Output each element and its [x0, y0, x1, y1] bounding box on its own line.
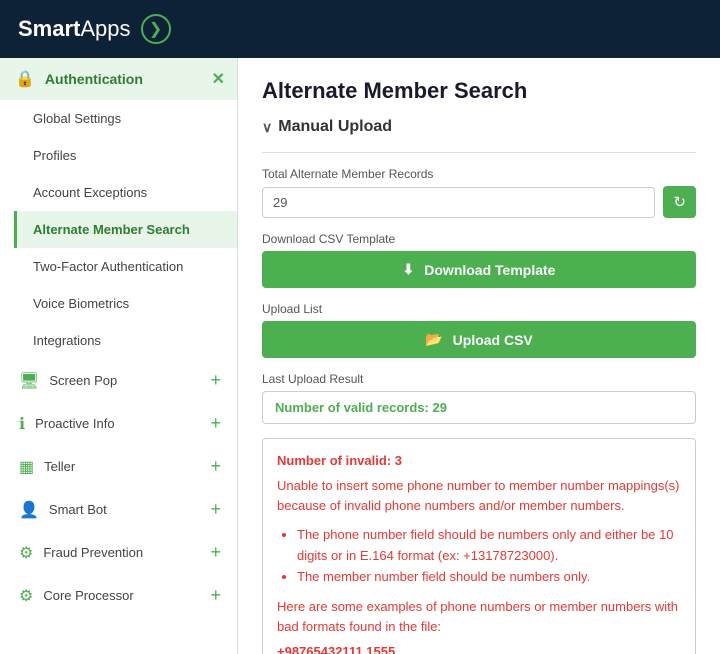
app-logo: SmartApps: [18, 16, 131, 42]
sidebar-label-voice-biometrics: Voice Biometrics: [33, 296, 129, 311]
refresh-icon: ↻: [673, 193, 686, 211]
fraud-icon: ⚙: [19, 543, 33, 563]
total-records-row: ↻: [262, 186, 696, 218]
core-icon: ⚙: [19, 586, 33, 606]
main-layout: 🔒 Authentication ✕ Global Settings Profi…: [0, 58, 720, 654]
sidebar-label-alternate-member-search: Alternate Member Search: [33, 222, 190, 237]
sidebar-label-integrations: Integrations: [33, 333, 101, 348]
logo-bold: Smart: [18, 16, 80, 41]
collapse-chevron-icon: ∨: [262, 119, 272, 136]
sidebar-sub-items: Global Settings Profiles Account Excepti…: [0, 100, 237, 359]
sidebar-section-authentication[interactable]: 🔒 Authentication ✕: [0, 58, 237, 100]
bot-icon: 👤: [19, 500, 39, 520]
download-csv-label: Download CSV Template: [262, 232, 696, 246]
upload-list-label: Upload List: [262, 302, 696, 316]
expand-smart-bot-icon[interactable]: +: [210, 499, 221, 520]
error-message: Unable to insert some phone number to me…: [277, 476, 681, 515]
sidebar-label-account-exceptions: Account Exceptions: [33, 185, 147, 200]
nav-forward-button[interactable]: ❯: [141, 14, 171, 44]
close-icon[interactable]: ✕: [212, 69, 225, 89]
section-title: Manual Upload: [278, 118, 392, 136]
sidebar-item-global-settings[interactable]: Global Settings: [14, 100, 237, 137]
refresh-button[interactable]: ↻: [663, 186, 696, 218]
upload-btn-label: Upload CSV: [453, 332, 533, 348]
upload-csv-button[interactable]: 📂 Upload CSV: [262, 321, 696, 358]
main-content: Alternate Member Search ∨ Manual Upload …: [238, 58, 720, 654]
error-bullet-2: The member number field should be number…: [297, 567, 681, 588]
page-title: Alternate Member Search: [262, 78, 696, 104]
section-divider: [262, 152, 696, 153]
sidebar-item-two-factor-authentication[interactable]: Two-Factor Authentication: [14, 248, 237, 285]
monitor-icon: 🖥: [19, 371, 39, 391]
error-examples-label: Here are some examples of phone numbers …: [277, 597, 681, 636]
error-section: Number of invalid: 3 Unable to insert so…: [262, 438, 696, 654]
logo-thin: Apps: [80, 16, 130, 41]
sidebar-item-proactive-info[interactable]: ℹ Proactive Info +: [0, 402, 237, 445]
sidebar-item-voice-biometrics[interactable]: Voice Biometrics: [14, 285, 237, 322]
sidebar-item-core-processor[interactable]: ⚙ Core Processor +: [0, 574, 237, 617]
total-records-label: Total Alternate Member Records: [262, 167, 696, 181]
expand-fraud-prevention-icon[interactable]: +: [210, 542, 221, 563]
sidebar-label-core-processor: Core Processor: [43, 588, 133, 603]
sidebar-item-smart-bot[interactable]: 👤 Smart Bot +: [0, 488, 237, 531]
sidebar-label-global-settings: Global Settings: [33, 111, 121, 126]
info-icon: ℹ: [19, 414, 25, 434]
sidebar-label-proactive-info: Proactive Info: [35, 416, 115, 431]
sidebar-item-account-exceptions[interactable]: Account Exceptions: [14, 174, 237, 211]
expand-proactive-info-icon[interactable]: +: [210, 413, 221, 434]
sidebar: 🔒 Authentication ✕ Global Settings Profi…: [0, 58, 238, 654]
last-upload-label: Last Upload Result: [262, 372, 696, 386]
sidebar-item-teller[interactable]: ▦ Teller +: [0, 445, 237, 488]
expand-core-processor-icon[interactable]: +: [210, 585, 221, 606]
app-header: SmartApps ❯: [0, 0, 720, 58]
sidebar-item-fraud-prevention[interactable]: ⚙ Fraud Prevention +: [0, 531, 237, 574]
chevron-right-icon: ❯: [149, 19, 162, 39]
expand-screen-pop-icon[interactable]: +: [210, 370, 221, 391]
valid-records-box: Number of valid records: 29: [262, 391, 696, 424]
upload-icon: 📂: [425, 331, 442, 348]
invalid-count-text: Number of invalid: 3: [277, 453, 681, 468]
manual-upload-section-header[interactable]: ∨ Manual Upload: [262, 118, 696, 136]
sidebar-item-alternate-member-search[interactable]: Alternate Member Search: [14, 211, 237, 248]
sidebar-item-integrations[interactable]: Integrations: [14, 322, 237, 359]
expand-teller-icon[interactable]: +: [210, 456, 221, 477]
lock-icon: 🔒: [15, 69, 35, 89]
sidebar-label-fraud-prevention: Fraud Prevention: [43, 545, 143, 560]
sidebar-label-teller: Teller: [44, 459, 75, 474]
total-records-input[interactable]: [262, 187, 655, 218]
teller-icon: ▦: [19, 457, 34, 477]
sidebar-section-label: Authentication: [45, 71, 143, 87]
sidebar-label-profiles: Profiles: [33, 148, 76, 163]
error-list: The phone number field should be numbers…: [277, 525, 681, 587]
sidebar-item-profiles[interactable]: Profiles: [14, 137, 237, 174]
download-template-button[interactable]: ⬇ Download Template: [262, 251, 696, 288]
sidebar-item-screen-pop[interactable]: 🖥 Screen Pop +: [0, 359, 237, 402]
download-icon: ⬇: [403, 261, 415, 278]
sidebar-label-smart-bot: Smart Bot: [49, 502, 107, 517]
sidebar-label-two-factor-auth: Two-Factor Authentication: [33, 259, 183, 274]
error-bullet-1: The phone number field should be numbers…: [297, 525, 681, 567]
download-btn-label: Download Template: [424, 262, 555, 278]
bad-number-example: +98765432111 1555: [277, 644, 681, 654]
valid-records-text: Number of valid records: 29: [275, 400, 447, 415]
sidebar-label-screen-pop: Screen Pop: [49, 373, 117, 388]
